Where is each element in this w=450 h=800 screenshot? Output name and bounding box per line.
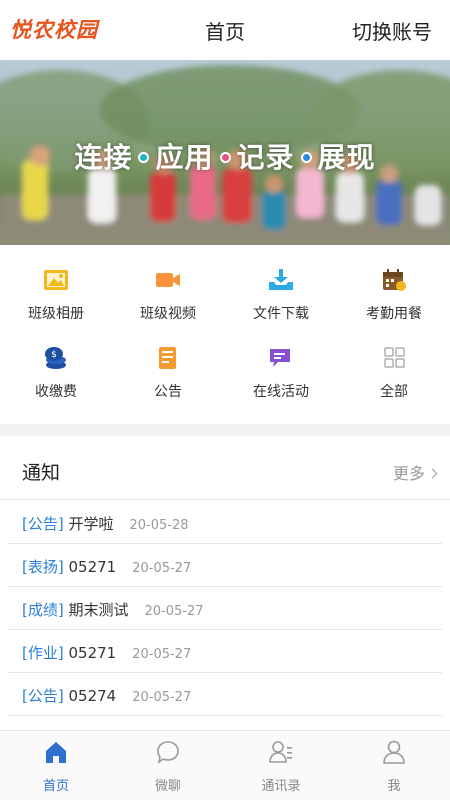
tab-label: 首页 [42, 779, 69, 794]
grid-item-all[interactable]: 全部 [338, 332, 450, 404]
notice-item[interactable]: [成绩] 期末测试 20-05-27 [8, 587, 442, 630]
grid-item-label: 公告 [154, 384, 182, 400]
grid-item-label: 收缴费 [35, 384, 77, 400]
notice-date: 20-05-28 [129, 518, 189, 533]
grid-item-online-activity[interactable]: 在线活动 [225, 332, 337, 404]
notice-date: 20-05-27 [132, 647, 192, 662]
more-link[interactable]: 更多 [392, 460, 438, 484]
grid-item-fee-payment[interactable]: $ 收缴费 [0, 332, 112, 404]
notice-tag: [表扬] [22, 558, 64, 576]
chat-activity-icon [270, 349, 290, 367]
notice-text: 05271 [68, 558, 117, 576]
notice-item[interactable]: [表扬] 05271 20-05-27 [8, 544, 442, 587]
notice-title: 通知 [22, 462, 61, 484]
notice-date: 20-05-27 [144, 604, 204, 619]
photo-album-icon [44, 270, 68, 290]
tab-contacts[interactable]: 通讯录 [225, 731, 337, 800]
banner-slogan: 连接 应用 记录 展现 [0, 136, 450, 176]
notice-tag: [公告] [22, 687, 64, 705]
notice-item[interactable]: [公告] 05274 20-05-27 [8, 673, 442, 716]
section-divider [0, 424, 450, 436]
notice-text: 期末测试 [68, 601, 129, 619]
notice-text: 05271 [68, 644, 117, 662]
notice-item[interactable]: [公告] 开学啦 20-05-28 [8, 501, 442, 544]
tab-home[interactable]: 首页 [0, 731, 112, 800]
more-label: 更多 [392, 464, 425, 483]
notice-tag: [作业] [22, 644, 64, 662]
notice-date: 20-05-27 [132, 690, 192, 705]
dot-icon [300, 151, 312, 163]
chat-bubble-icon [157, 741, 179, 764]
notice-list: [公告] 开学啦 20-05-28 [表扬] 05271 20-05-27 [成绩]… [8, 501, 442, 716]
slogan-word-connect: 连接 [74, 141, 133, 174]
slogan-word-apply: 应用 [155, 141, 214, 174]
user-icon [383, 740, 405, 764]
video-camera-icon [156, 273, 180, 287]
grid-item-label: 文件下载 [253, 306, 309, 322]
grid-item-class-album[interactable]: 班级相册 [0, 254, 112, 326]
notice-tag: [成绩] [22, 601, 64, 619]
tab-label: 我 [387, 779, 401, 794]
notice-text: 05274 [68, 687, 117, 705]
dot-icon [138, 151, 150, 163]
app-header: 悦农校园 首页 切换账号 [0, 0, 450, 60]
notice-document-icon [159, 347, 176, 369]
home-icon [46, 742, 66, 763]
notice-date: 20-05-27 [132, 561, 192, 576]
calendar-icon [383, 269, 406, 291]
grid-item-file-download[interactable]: 文件下载 [225, 254, 337, 326]
page-title: 首页 [205, 20, 245, 44]
tab-label: 通讯录 [261, 779, 301, 794]
grid-item-label: 全部 [380, 384, 408, 400]
grid-item-attendance-meals[interactable]: 考勤用餐 [338, 254, 450, 326]
notice-item[interactable]: [作业] 05271 20-05-27 [8, 630, 442, 673]
slogan-word-record: 记录 [236, 141, 295, 174]
slogan-word-display: 展现 [317, 141, 376, 174]
dot-icon [219, 151, 231, 163]
tab-me[interactable]: 我 [338, 731, 450, 800]
bottom-tab-bar: 首页 微聊 通讯录 我 [0, 730, 450, 800]
app-logo: 悦农校园 [10, 18, 98, 42]
contacts-icon [269, 741, 292, 763]
download-tray-icon [269, 269, 293, 290]
notice-header: 通知 更多 [0, 436, 450, 500]
switch-account-button[interactable]: 切换账号 [352, 16, 432, 45]
feature-grid: 班级相册 班级视频 文件下载 考勤用餐 $ 收缴费 公告 在线活动 全部 [0, 254, 450, 414]
notice-text: 开学啦 [68, 515, 114, 533]
tab-chat[interactable]: 微聊 [112, 731, 224, 800]
grid-item-class-video[interactable]: 班级视频 [112, 254, 224, 326]
grid-item-label: 班级视频 [140, 306, 196, 322]
chevron-right-icon [427, 468, 438, 479]
grid-item-announcement[interactable]: 公告 [112, 332, 224, 404]
svg-text:$: $ [51, 350, 57, 360]
coin-stack-icon: $ [45, 347, 66, 369]
grid-item-label: 在线活动 [253, 384, 309, 400]
notice-tag: [公告] [22, 515, 64, 533]
tab-label: 微聊 [154, 779, 181, 794]
grid-item-label: 班级相册 [28, 306, 84, 322]
grid-all-icon [384, 347, 405, 368]
grid-item-label: 考勤用餐 [366, 306, 422, 322]
banner-carousel[interactable]: 连接 应用 记录 展现 [0, 60, 450, 245]
